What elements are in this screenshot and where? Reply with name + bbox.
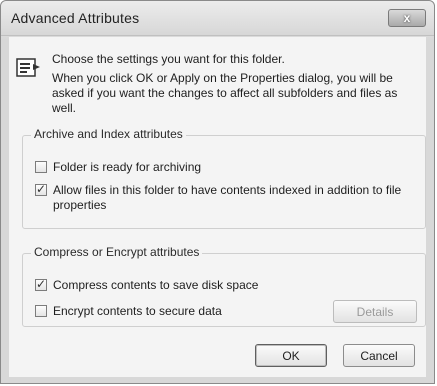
archiving-label: Folder is ready for archiving xyxy=(53,160,202,174)
details-button[interactable]: Details xyxy=(333,300,417,323)
archive-index-group: Archive and Index attributes Folder is r… xyxy=(22,127,426,229)
info-line-1: Choose the settings you want for this fo… xyxy=(52,52,285,66)
archiving-checkbox[interactable] xyxy=(35,161,47,173)
indexing-label: Allow files in this folder to have conte… xyxy=(53,183,402,212)
compress-group-title: Compress or Encrypt attributes xyxy=(31,245,203,259)
encrypt-checkbox[interactable] xyxy=(35,305,47,317)
info-line-2: When you click OK or Apply on the Proper… xyxy=(52,71,398,115)
compress-checkbox[interactable] xyxy=(35,277,47,292)
close-button[interactable]: x xyxy=(388,9,426,27)
ok-button[interactable]: OK xyxy=(255,344,327,367)
dialog-title: Advanced Attributes xyxy=(11,10,140,26)
compress-label: Compress contents to save disk space xyxy=(53,278,259,292)
compress-encrypt-group: Compress or Encrypt attributes Compress … xyxy=(22,245,426,327)
title-bar: Advanced Attributes x xyxy=(1,1,434,36)
info-text: Choose the settings you want for this fo… xyxy=(52,52,412,120)
cancel-button[interactable]: Cancel xyxy=(343,344,415,367)
close-icon: x xyxy=(403,11,411,25)
folder-properties-icon xyxy=(16,58,40,77)
indexing-checkbox[interactable] xyxy=(35,182,47,197)
archive-group-title: Archive and Index attributes xyxy=(31,127,186,141)
